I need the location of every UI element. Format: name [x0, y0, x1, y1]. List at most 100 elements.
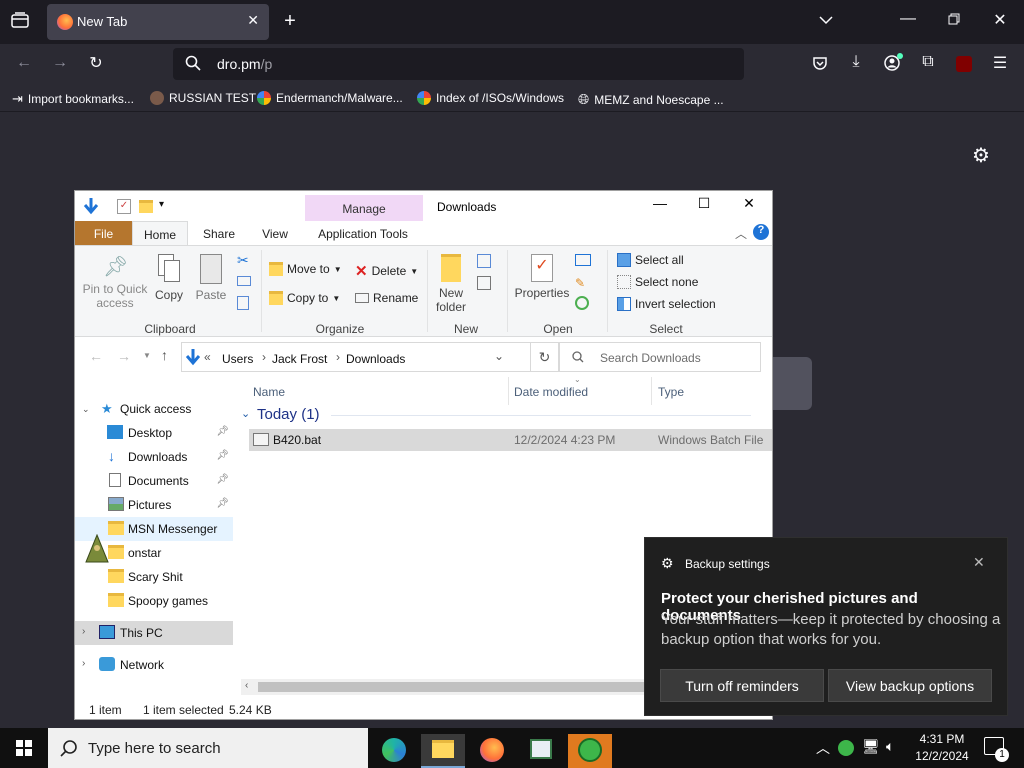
rename-button[interactable]: Rename — [355, 291, 418, 305]
taskbar-search-input[interactable]: Type here to search — [48, 728, 368, 768]
clock[interactable]: 4:31 PM 12/2/2024 — [910, 731, 974, 765]
select-none-button[interactable]: Select none — [617, 275, 698, 289]
address-dropdown-icon[interactable]: ⌄ — [494, 349, 504, 363]
nav-this-pc[interactable]: › This PC — [75, 621, 233, 645]
tab-view[interactable]: View — [251, 221, 299, 245]
start-button[interactable] — [0, 728, 48, 768]
pocket-icon[interactable] — [810, 55, 830, 76]
expand-chevron-icon[interactable]: › — [82, 626, 85, 637]
taskbar-firefox[interactable] — [470, 734, 514, 768]
nav-pictures[interactable]: Pictures 📌︎ — [75, 493, 233, 517]
network-tray-icon[interactable]: 🖥︎ — [862, 738, 880, 755]
refresh-icon[interactable]: ↻ — [531, 342, 559, 372]
nav-network[interactable]: › Network — [75, 653, 233, 677]
collapse-group-icon[interactable]: ⌄ — [241, 407, 250, 420]
properties-check-icon[interactable]: ✓ — [117, 199, 131, 214]
bookmark-russian-test[interactable]: RUSSIAN TEST — [150, 91, 256, 105]
chevron-down-icon[interactable] — [816, 12, 836, 30]
maximize-icon[interactable]: ☐ — [681, 195, 727, 217]
invert-selection-button[interactable]: Invert selection — [617, 297, 716, 311]
tab-list-icon[interactable] — [10, 12, 30, 32]
cut-icon[interactable]: ✂ — [237, 252, 249, 269]
expand-chevron-icon[interactable]: ⌄ — [82, 404, 90, 415]
back-icon[interactable]: ← — [14, 54, 34, 72]
downloads-icon[interactable]: ⤓ — [846, 53, 866, 71]
breadcrumb-separator[interactable]: › — [262, 350, 266, 364]
breadcrumb-overflow[interactable]: « — [204, 350, 211, 364]
column-header-type[interactable]: Type — [658, 385, 684, 399]
taskbar-notepad[interactable] — [519, 734, 563, 768]
table-row[interactable]: B420.bat 12/2/2024 4:23 PM Windows Batch… — [249, 429, 772, 451]
settings-gear-icon[interactable]: ⚙ — [972, 143, 990, 168]
up-icon[interactable]: ↑ — [161, 347, 168, 363]
quick-access-down-arrow-icon[interactable] — [83, 197, 99, 218]
bookmark-memz[interactable]: 🌐︎ MEMZ and Noescape ... — [578, 91, 724, 108]
address-bar[interactable]: « Users › Jack Frost › Downloads ⌄ — [181, 342, 531, 372]
copy-path-icon[interactable] — [237, 276, 251, 286]
copy-to-button[interactable]: Copy to ▼ — [269, 291, 340, 305]
minimize-icon[interactable]: — — [898, 10, 918, 28]
menu-icon[interactable]: ☰ — [990, 53, 1010, 73]
column-divider[interactable] — [508, 377, 509, 405]
column-header-date[interactable]: Date modified — [514, 385, 588, 399]
scrollbar-thumb[interactable] — [258, 682, 678, 692]
url-bar[interactable]: dro.pm/p — [173, 48, 744, 80]
move-to-button[interactable]: Move to ▼ — [269, 262, 342, 276]
close-icon[interactable]: ✕ — [726, 195, 772, 217]
manage-contextual-tab[interactable]: Manage — [305, 195, 423, 221]
tab-application-tools[interactable]: Application Tools — [307, 221, 419, 245]
nav-quick-access[interactable]: ⌄ ★ Quick access — [75, 397, 233, 421]
minimize-icon[interactable]: — — [637, 195, 683, 217]
show-hidden-icons-icon[interactable]: ︿ — [816, 738, 830, 758]
nav-spoopy-games[interactable]: Spoopy games — [75, 589, 233, 613]
breadcrumb-separator[interactable]: › — [336, 350, 340, 364]
bookmark-endermanch[interactable]: Endermanch/Malware... — [257, 91, 403, 105]
tab-home[interactable]: Home — [132, 221, 188, 245]
breadcrumb-downloads[interactable]: Downloads — [346, 352, 405, 366]
scroll-left-icon[interactable]: ‹ — [245, 680, 248, 691]
reload-icon[interactable]: ↻ — [86, 53, 106, 73]
easy-access-icon[interactable] — [477, 276, 491, 290]
new-folder-qa-icon[interactable] — [139, 200, 153, 213]
turn-off-reminders-button[interactable]: Turn off reminders — [660, 669, 824, 702]
copy-button[interactable]: Copy — [151, 254, 187, 318]
taskbar-msn-messenger[interactable] — [568, 734, 612, 768]
delete-button[interactable]: ✕ Delete ▼ — [355, 262, 418, 280]
column-header-name[interactable]: Name — [253, 385, 285, 399]
browser-tab[interactable]: New Tab ✕ — [47, 4, 269, 40]
extensions-icon[interactable]: ⧉ — [918, 53, 938, 71]
recent-locations-icon[interactable]: ▼ — [143, 351, 151, 360]
group-header[interactable]: ⌄ Today (1) — [241, 405, 761, 425]
collapse-ribbon-icon[interactable]: ︿ — [735, 225, 747, 242]
taskbar-edge[interactable] — [372, 734, 416, 768]
search-input[interactable]: Search Downloads — [559, 342, 761, 372]
view-backup-options-button[interactable]: View backup options — [828, 669, 992, 702]
taskbar-file-explorer[interactable] — [421, 734, 465, 768]
expand-chevron-icon[interactable]: › — [82, 658, 85, 669]
pin-to-quick-access-button[interactable]: 📌︎ Pin to Quick access — [81, 254, 149, 318]
ublock-icon[interactable] — [956, 56, 972, 72]
messenger-tray-icon[interactable] — [838, 740, 854, 756]
close-icon[interactable]: ✕ — [973, 554, 985, 571]
nav-desktop[interactable]: Desktop 📌︎ — [75, 421, 233, 445]
nav-scary-shit[interactable]: Scary Shit — [75, 565, 233, 589]
bookmark-index-isos[interactable]: Index of /ISOs/Windows — [417, 91, 564, 105]
desktop-app-icon[interactable] — [84, 533, 110, 564]
bookmark-import[interactable]: ⇥ Import bookmarks... — [12, 91, 134, 107]
history-icon[interactable] — [575, 296, 589, 310]
breadcrumb-users[interactable]: Users — [222, 352, 253, 366]
breadcrumb-jack-frost[interactable]: Jack Frost — [272, 352, 327, 366]
help-icon[interactable]: ? — [753, 224, 769, 240]
new-item-icon[interactable] — [477, 254, 491, 268]
paste-button[interactable]: Paste — [193, 254, 229, 318]
open-icon[interactable] — [575, 254, 591, 266]
forward-icon[interactable]: → — [50, 54, 70, 72]
customize-qa-icon[interactable]: ▾ — [159, 199, 164, 210]
back-icon[interactable]: ← — [89, 348, 103, 364]
paste-shortcut-icon[interactable] — [237, 296, 249, 310]
restore-icon[interactable] — [944, 12, 964, 30]
edit-icon[interactable]: ✎ — [575, 276, 585, 290]
properties-button[interactable]: ✓ Properties — [513, 254, 571, 318]
close-window-icon[interactable]: ✕ — [990, 10, 1010, 30]
select-all-button[interactable]: Select all — [617, 253, 684, 267]
